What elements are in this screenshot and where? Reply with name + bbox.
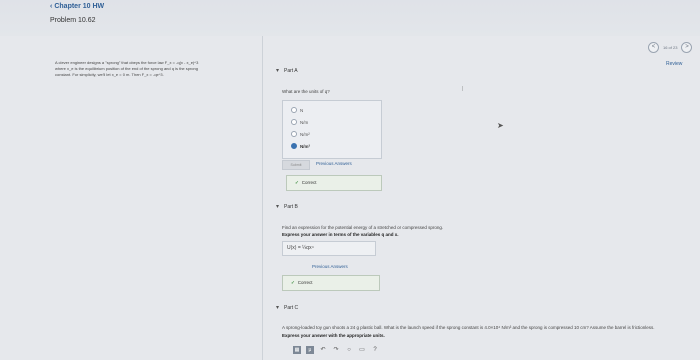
part-c-label[interactable]: Part C	[284, 305, 298, 311]
radio-selected-icon[interactable]	[291, 143, 297, 149]
mouse-cursor-icon: ➤	[497, 121, 504, 130]
option-n-per-m3[interactable]: N/m³	[291, 143, 310, 149]
status-text: Correct	[297, 280, 313, 285]
part-c-question: A sprong-loaded toy gun shoots a 24 g pl…	[282, 325, 655, 330]
part-a-label[interactable]: Part A	[284, 68, 298, 74]
matrix-icon[interactable]: ▦	[293, 346, 301, 354]
part-b-instruction: Express your answer in terms of the vari…	[282, 232, 399, 237]
review-label: Review	[666, 61, 683, 67]
part-a-question: What are the units of q?	[282, 89, 330, 94]
option-n-per-m[interactable]: N/m	[291, 119, 308, 125]
part-a-status: ✓ Correct	[286, 175, 382, 191]
status-text: Correct	[301, 180, 317, 185]
option-n-per-m2[interactable]: N/m²	[291, 131, 310, 137]
checkmark-icon: ✓	[291, 280, 295, 285]
problem-statement: A clever engineer designs a "sprong" tha…	[55, 60, 250, 78]
collapse-part-a-icon[interactable]: ▾	[276, 67, 279, 74]
help-icon[interactable]: ?	[371, 346, 379, 354]
radio-icon[interactable]	[291, 131, 297, 137]
marker-icon: |	[462, 86, 464, 92]
collapse-part-c-icon[interactable]: ▾	[276, 304, 279, 311]
previous-answers-link[interactable]: Previous Answers	[316, 161, 352, 166]
part-b-question: Find an expression for the potential ene…	[282, 225, 444, 230]
problem-pager: < 16 of 23 >	[648, 42, 693, 53]
chevron-left-icon: ‹	[50, 3, 53, 10]
equation-toolbar: ▦ μ ↶ ↷ ○ ▭ ?	[293, 346, 379, 354]
next-problem-button[interactable]: >	[681, 42, 693, 53]
submit-button[interactable]: Submit	[282, 160, 310, 170]
problem-line: constant. For simplicity, we'll let x_e …	[55, 72, 164, 77]
reset-icon[interactable]: ○	[345, 346, 353, 354]
option-n[interactable]: N	[291, 107, 303, 113]
header-bar: ‹ Chapter 10 HW Problem 10.62	[0, 0, 700, 36]
collapse-part-b-icon[interactable]: ▾	[276, 203, 279, 210]
previous-problem-button[interactable]: <	[648, 42, 659, 53]
radio-icon[interactable]	[291, 107, 297, 113]
breadcrumb-label: Chapter 10 HW	[54, 3, 105, 10]
mu-icon[interactable]: μ	[306, 346, 314, 354]
part-a-options: N N/m N/m² N/m³	[282, 100, 382, 159]
part-c-instruction: Express your answer with the appropriate…	[282, 333, 385, 338]
part-b-label[interactable]: Part B	[284, 204, 298, 210]
keyboard-icon[interactable]: ▭	[358, 346, 366, 354]
review-link[interactable]: Review	[666, 61, 682, 67]
previous-answers-link[interactable]: Previous Answers	[312, 264, 348, 269]
page-title: Problem 10.62	[50, 17, 96, 24]
pager-text: 16 of 23	[663, 45, 678, 50]
radio-icon[interactable]	[291, 119, 297, 125]
undo-icon[interactable]: ↶	[319, 346, 327, 354]
breadcrumb[interactable]: ‹ Chapter 10 HW	[50, 3, 104, 10]
redo-icon[interactable]: ↷	[332, 346, 340, 354]
panel-divider	[262, 36, 263, 360]
part-b-status: ✓ Correct	[282, 275, 380, 291]
part-b-answer: U(x) = ¼qx⁴	[282, 241, 376, 256]
checkmark-icon: ✓	[295, 180, 299, 185]
